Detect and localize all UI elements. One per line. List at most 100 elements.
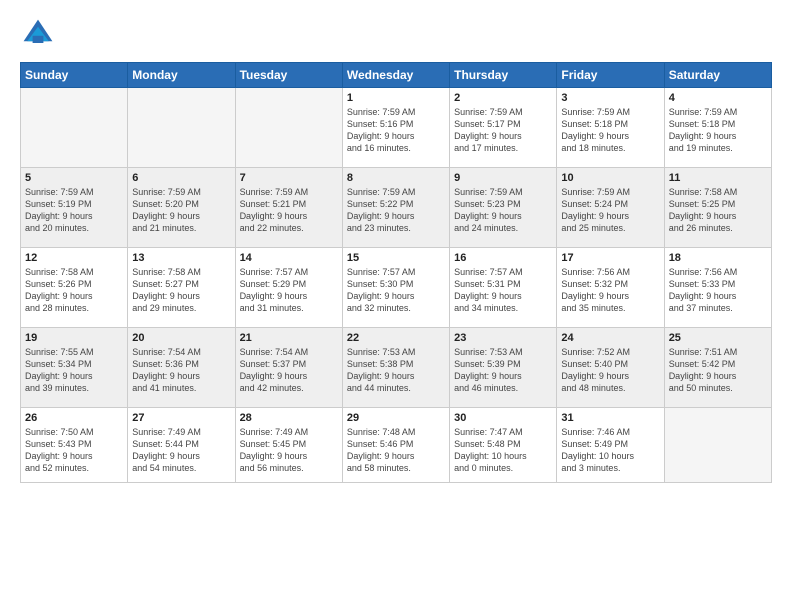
day-info: Sunrise: 7:53 AM Sunset: 5:38 PM Dayligh… [347, 346, 445, 395]
day-info: Sunrise: 7:56 AM Sunset: 5:32 PM Dayligh… [561, 266, 659, 315]
day-info: Sunrise: 7:58 AM Sunset: 5:25 PM Dayligh… [669, 186, 767, 235]
day-number: 2 [454, 92, 552, 104]
calendar-header-thursday: Thursday [450, 63, 557, 88]
day-info: Sunrise: 7:59 AM Sunset: 5:18 PM Dayligh… [561, 106, 659, 155]
calendar-header-row: SundayMondayTuesdayWednesdayThursdayFrid… [21, 63, 772, 88]
calendar-cell: 14 Sunrise: 7:57 AM Sunset: 5:29 PM Dayli… [235, 248, 342, 328]
calendar-header-saturday: Saturday [664, 63, 771, 88]
day-info: Sunrise: 7:59 AM Sunset: 5:21 PM Dayligh… [240, 186, 338, 235]
calendar-cell [128, 88, 235, 168]
day-info: Sunrise: 7:47 AM Sunset: 5:48 PM Dayligh… [454, 426, 552, 475]
day-number: 13 [132, 252, 230, 264]
day-number: 14 [240, 252, 338, 264]
day-number: 20 [132, 332, 230, 344]
day-number: 10 [561, 172, 659, 184]
day-number: 16 [454, 252, 552, 264]
day-number: 30 [454, 412, 552, 424]
day-info: Sunrise: 7:59 AM Sunset: 5:22 PM Dayligh… [347, 186, 445, 235]
day-info: Sunrise: 7:59 AM Sunset: 5:20 PM Dayligh… [132, 186, 230, 235]
calendar-header-sunday: Sunday [21, 63, 128, 88]
day-info: Sunrise: 7:57 AM Sunset: 5:31 PM Dayligh… [454, 266, 552, 315]
day-info: Sunrise: 7:58 AM Sunset: 5:27 PM Dayligh… [132, 266, 230, 315]
day-info: Sunrise: 7:57 AM Sunset: 5:30 PM Dayligh… [347, 266, 445, 315]
day-number: 19 [25, 332, 123, 344]
day-number: 9 [454, 172, 552, 184]
day-number: 1 [347, 92, 445, 104]
day-info: Sunrise: 7:57 AM Sunset: 5:29 PM Dayligh… [240, 266, 338, 315]
calendar: SundayMondayTuesdayWednesdayThursdayFrid… [20, 62, 772, 483]
logo [20, 16, 60, 52]
calendar-cell: 23 Sunrise: 7:53 AM Sunset: 5:39 PM Dayli… [450, 328, 557, 408]
day-info: Sunrise: 7:46 AM Sunset: 5:49 PM Dayligh… [561, 426, 659, 475]
day-number: 6 [132, 172, 230, 184]
calendar-cell: 21 Sunrise: 7:54 AM Sunset: 5:37 PM Dayli… [235, 328, 342, 408]
calendar-week-3: 12Sunrise: 7:58 AM Sunset: 5:26 PM Dayli… [21, 248, 772, 328]
calendar-cell: 29 Sunrise: 7:48 AM Sunset: 5:46 PM Dayli… [342, 408, 449, 483]
day-info: Sunrise: 7:55 AM Sunset: 5:34 PM Dayligh… [25, 346, 123, 395]
day-number: 25 [669, 332, 767, 344]
calendar-cell: 9 Sunrise: 7:59 AM Sunset: 5:23 PM Daylig… [450, 168, 557, 248]
day-number: 11 [669, 172, 767, 184]
calendar-header-tuesday: Tuesday [235, 63, 342, 88]
calendar-cell [235, 88, 342, 168]
calendar-cell: 20Sunrise: 7:54 AM Sunset: 5:36 PM Dayli… [128, 328, 235, 408]
day-info: Sunrise: 7:53 AM Sunset: 5:39 PM Dayligh… [454, 346, 552, 395]
day-info: Sunrise: 7:59 AM Sunset: 5:19 PM Dayligh… [25, 186, 123, 235]
calendar-cell [21, 88, 128, 168]
day-number: 15 [347, 252, 445, 264]
calendar-cell: 18 Sunrise: 7:56 AM Sunset: 5:33 PM Dayli… [664, 248, 771, 328]
calendar-week-4: 19 Sunrise: 7:55 AM Sunset: 5:34 PM Dayli… [21, 328, 772, 408]
calendar-header-friday: Friday [557, 63, 664, 88]
day-info: Sunrise: 7:59 AM Sunset: 5:23 PM Dayligh… [454, 186, 552, 235]
calendar-cell: 22 Sunrise: 7:53 AM Sunset: 5:38 PM Dayli… [342, 328, 449, 408]
calendar-cell: 8Sunrise: 7:59 AM Sunset: 5:22 PM Daylig… [342, 168, 449, 248]
day-info: Sunrise: 7:54 AM Sunset: 5:37 PM Dayligh… [240, 346, 338, 395]
day-number: 24 [561, 332, 659, 344]
calendar-cell: 16 Sunrise: 7:57 AM Sunset: 5:31 PM Dayli… [450, 248, 557, 328]
calendar-cell: 30 Sunrise: 7:47 AM Sunset: 5:48 PM Dayli… [450, 408, 557, 483]
day-info: Sunrise: 7:48 AM Sunset: 5:46 PM Dayligh… [347, 426, 445, 475]
calendar-header-wednesday: Wednesday [342, 63, 449, 88]
day-info: Sunrise: 7:51 AM Sunset: 5:42 PM Dayligh… [669, 346, 767, 395]
day-number: 23 [454, 332, 552, 344]
day-info: Sunrise: 7:59 AM Sunset: 5:16 PM Dayligh… [347, 106, 445, 155]
calendar-cell: 26 Sunrise: 7:50 AM Sunset: 5:43 PM Dayli… [21, 408, 128, 483]
calendar-cell: 12Sunrise: 7:58 AM Sunset: 5:26 PM Dayli… [21, 248, 128, 328]
calendar-cell [664, 408, 771, 483]
day-number: 3 [561, 92, 659, 104]
day-number: 29 [347, 412, 445, 424]
calendar-cell: 19 Sunrise: 7:55 AM Sunset: 5:34 PM Dayli… [21, 328, 128, 408]
calendar-cell: 31Sunrise: 7:46 AM Sunset: 5:49 PM Dayli… [557, 408, 664, 483]
day-info: Sunrise: 7:49 AM Sunset: 5:44 PM Dayligh… [132, 426, 230, 475]
day-number: 7 [240, 172, 338, 184]
day-info: Sunrise: 7:59 AM Sunset: 5:24 PM Dayligh… [561, 186, 659, 235]
calendar-week-2: 5 Sunrise: 7:59 AM Sunset: 5:19 PM Daylig… [21, 168, 772, 248]
day-number: 21 [240, 332, 338, 344]
day-number: 17 [561, 252, 659, 264]
day-number: 22 [347, 332, 445, 344]
day-info: Sunrise: 7:58 AM Sunset: 5:26 PM Dayligh… [25, 266, 123, 315]
calendar-cell: 15 Sunrise: 7:57 AM Sunset: 5:30 PM Dayli… [342, 248, 449, 328]
page: SundayMondayTuesdayWednesdayThursdayFrid… [0, 0, 792, 612]
day-info: Sunrise: 7:59 AM Sunset: 5:17 PM Dayligh… [454, 106, 552, 155]
calendar-week-1: 1 Sunrise: 7:59 AM Sunset: 5:16 PM Daylig… [21, 88, 772, 168]
calendar-cell: 2 Sunrise: 7:59 AM Sunset: 5:17 PM Daylig… [450, 88, 557, 168]
calendar-cell: 6 Sunrise: 7:59 AM Sunset: 5:20 PM Daylig… [128, 168, 235, 248]
day-info: Sunrise: 7:50 AM Sunset: 5:43 PM Dayligh… [25, 426, 123, 475]
calendar-header-monday: Monday [128, 63, 235, 88]
calendar-week-5: 26 Sunrise: 7:50 AM Sunset: 5:43 PM Dayli… [21, 408, 772, 483]
calendar-cell: 10 Sunrise: 7:59 AM Sunset: 5:24 PM Dayli… [557, 168, 664, 248]
calendar-cell: 11 Sunrise: 7:58 AM Sunset: 5:25 PM Dayli… [664, 168, 771, 248]
calendar-cell: 5 Sunrise: 7:59 AM Sunset: 5:19 PM Daylig… [21, 168, 128, 248]
logo-icon [20, 16, 56, 52]
day-info: Sunrise: 7:49 AM Sunset: 5:45 PM Dayligh… [240, 426, 338, 475]
day-number: 18 [669, 252, 767, 264]
calendar-cell: 24Sunrise: 7:52 AM Sunset: 5:40 PM Dayli… [557, 328, 664, 408]
calendar-cell: 4Sunrise: 7:59 AM Sunset: 5:18 PM Daylig… [664, 88, 771, 168]
calendar-cell: 3 Sunrise: 7:59 AM Sunset: 5:18 PM Daylig… [557, 88, 664, 168]
day-info: Sunrise: 7:59 AM Sunset: 5:18 PM Dayligh… [669, 106, 767, 155]
day-number: 5 [25, 172, 123, 184]
day-number: 26 [25, 412, 123, 424]
day-info: Sunrise: 7:56 AM Sunset: 5:33 PM Dayligh… [669, 266, 767, 315]
calendar-cell: 28Sunrise: 7:49 AM Sunset: 5:45 PM Dayli… [235, 408, 342, 483]
